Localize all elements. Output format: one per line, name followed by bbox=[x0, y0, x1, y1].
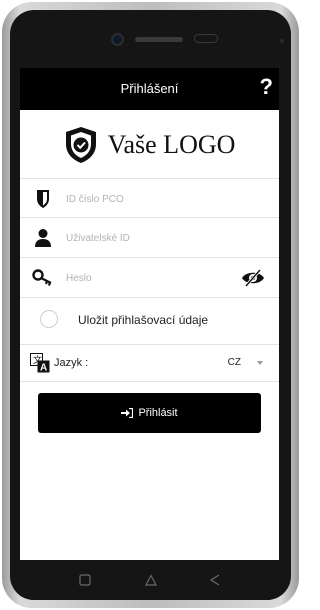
home-icon[interactable] bbox=[144, 573, 158, 587]
eye-icon[interactable] bbox=[241, 269, 265, 287]
logo-text: Vaše LOGO bbox=[107, 130, 236, 159]
password-row bbox=[20, 258, 279, 298]
brand-logo: Vaše LOGO bbox=[20, 116, 279, 174]
chevron-down-icon[interactable] bbox=[257, 361, 263, 365]
shield-icon bbox=[37, 190, 49, 208]
recent-apps-icon[interactable] bbox=[78, 573, 92, 587]
language-label: Jazyk : bbox=[54, 357, 89, 369]
login-button[interactable]: Přihlásit bbox=[38, 393, 261, 433]
shield-check-icon bbox=[65, 127, 96, 163]
login-button-label: Přihlásit bbox=[138, 407, 178, 419]
save-credentials-checkbox[interactable] bbox=[40, 310, 58, 328]
language-selector[interactable]: 文 A Jazyk : CZ bbox=[20, 344, 279, 382]
language-value[interactable]: CZ bbox=[228, 357, 241, 368]
pco-id-input[interactable] bbox=[66, 191, 226, 207]
user-id-input[interactable] bbox=[66, 230, 226, 246]
app-screen: Přihlášení ? Vaše LOGO ID číslo PCO Uživ… bbox=[20, 68, 279, 560]
user-icon bbox=[35, 229, 51, 247]
proximity-sensor bbox=[194, 34, 218, 43]
user-id-row bbox=[20, 218, 279, 258]
sensor-dot bbox=[280, 39, 284, 43]
phone-frame: Přihlášení ? Vaše LOGO ID číslo PCO Uživ… bbox=[2, 2, 299, 608]
svg-text:A: A bbox=[40, 363, 47, 374]
android-nav-bar bbox=[20, 560, 279, 600]
earpiece-speaker bbox=[135, 37, 183, 42]
front-camera bbox=[111, 33, 124, 46]
save-credentials-row[interactable]: Uložit přihlašovací údaje bbox=[20, 298, 279, 342]
page-title: Přihlášení bbox=[120, 81, 179, 96]
save-credentials-label: Uložit přihlašovací údaje bbox=[78, 313, 209, 327]
help-button[interactable]: ? bbox=[260, 74, 273, 100]
translate-icon: 文 A bbox=[30, 353, 50, 373]
phone-bezel: Přihlášení ? Vaše LOGO ID číslo PCO Uživ… bbox=[10, 10, 291, 600]
key-icon bbox=[32, 269, 52, 286]
sign-in-icon bbox=[121, 408, 134, 418]
pco-id-row bbox=[20, 178, 279, 218]
back-icon[interactable] bbox=[208, 573, 222, 587]
app-bar: Přihlášení ? bbox=[20, 68, 279, 110]
password-input[interactable] bbox=[66, 270, 226, 286]
